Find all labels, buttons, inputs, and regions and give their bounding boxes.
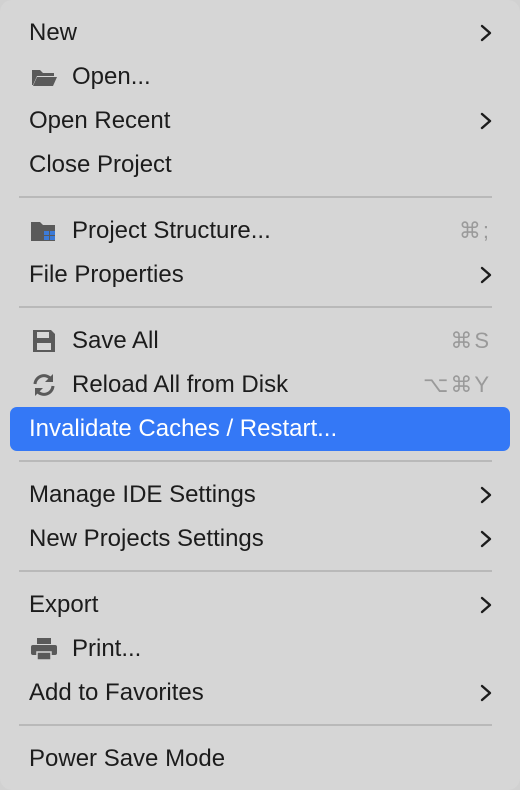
save-icon bbox=[30, 329, 58, 353]
menu-item-new[interactable]: New bbox=[10, 11, 510, 55]
menu-item-label: Save All bbox=[72, 327, 159, 354]
menu-item-label: Print... bbox=[72, 635, 142, 662]
menu-item-invalidate-caches[interactable]: Invalidate Caches / Restart... bbox=[10, 407, 510, 451]
chevron-right-icon bbox=[480, 596, 492, 614]
menu-item-label: Reload All from Disk bbox=[72, 371, 289, 398]
menu-item-file-properties[interactable]: File Properties bbox=[10, 253, 510, 297]
menu-item-label: New Projects Settings bbox=[29, 525, 264, 552]
chevron-right-icon bbox=[480, 684, 492, 702]
menu-item-label: Export bbox=[29, 591, 99, 618]
menu-item-add-to-favorites[interactable]: Add to Favorites bbox=[10, 671, 510, 715]
keyboard-shortcut: ⌘; bbox=[458, 218, 491, 243]
menu-item-label: Close Project bbox=[29, 151, 172, 178]
folder-open-icon bbox=[30, 65, 58, 89]
file-menu: New Open... Open Recent Close Project Pr… bbox=[0, 0, 520, 790]
menu-item-save-all[interactable]: Save All ⌘S bbox=[10, 319, 510, 363]
chevron-right-icon bbox=[480, 112, 492, 130]
menu-separator bbox=[19, 724, 492, 726]
menu-item-open[interactable]: Open... bbox=[10, 55, 510, 99]
menu-item-power-save-mode[interactable]: Power Save Mode bbox=[10, 737, 510, 781]
menu-item-new-projects-settings[interactable]: New Projects Settings bbox=[10, 517, 510, 561]
menu-item-print[interactable]: Print... bbox=[10, 627, 510, 671]
menu-item-open-recent[interactable]: Open Recent bbox=[10, 99, 510, 143]
menu-item-label: Project Structure... bbox=[72, 217, 271, 244]
menu-item-manage-ide-settings[interactable]: Manage IDE Settings bbox=[10, 473, 510, 517]
keyboard-shortcut: ⌥⌘Y bbox=[422, 372, 491, 397]
menu-item-project-structure[interactable]: Project Structure... ⌘; bbox=[10, 209, 510, 253]
menu-item-label: Open Recent bbox=[29, 107, 171, 134]
menu-separator bbox=[19, 196, 492, 198]
menu-item-label: Power Save Mode bbox=[29, 745, 226, 772]
menu-item-export[interactable]: Export bbox=[10, 583, 510, 627]
menu-separator bbox=[19, 306, 492, 308]
chevron-right-icon bbox=[480, 486, 492, 504]
chevron-right-icon bbox=[480, 266, 492, 284]
keyboard-shortcut: ⌘S bbox=[450, 328, 491, 353]
printer-icon bbox=[30, 637, 58, 661]
project-structure-icon bbox=[30, 219, 58, 243]
chevron-right-icon bbox=[480, 530, 492, 548]
menu-separator bbox=[19, 570, 492, 572]
menu-item-label: Open... bbox=[72, 63, 151, 90]
menu-item-label: Manage IDE Settings bbox=[29, 481, 256, 508]
menu-item-close-project[interactable]: Close Project bbox=[10, 143, 510, 187]
menu-item-label: New bbox=[29, 19, 78, 46]
menu-item-label: File Properties bbox=[29, 261, 184, 288]
menu-item-label: Add to Favorites bbox=[29, 679, 204, 706]
menu-item-reload-all-from-disk[interactable]: Reload All from Disk ⌥⌘Y bbox=[10, 363, 510, 407]
reload-icon bbox=[30, 373, 58, 397]
menu-item-label: Invalidate Caches / Restart... bbox=[29, 415, 338, 442]
chevron-right-icon bbox=[480, 24, 492, 42]
menu-separator bbox=[19, 460, 492, 462]
